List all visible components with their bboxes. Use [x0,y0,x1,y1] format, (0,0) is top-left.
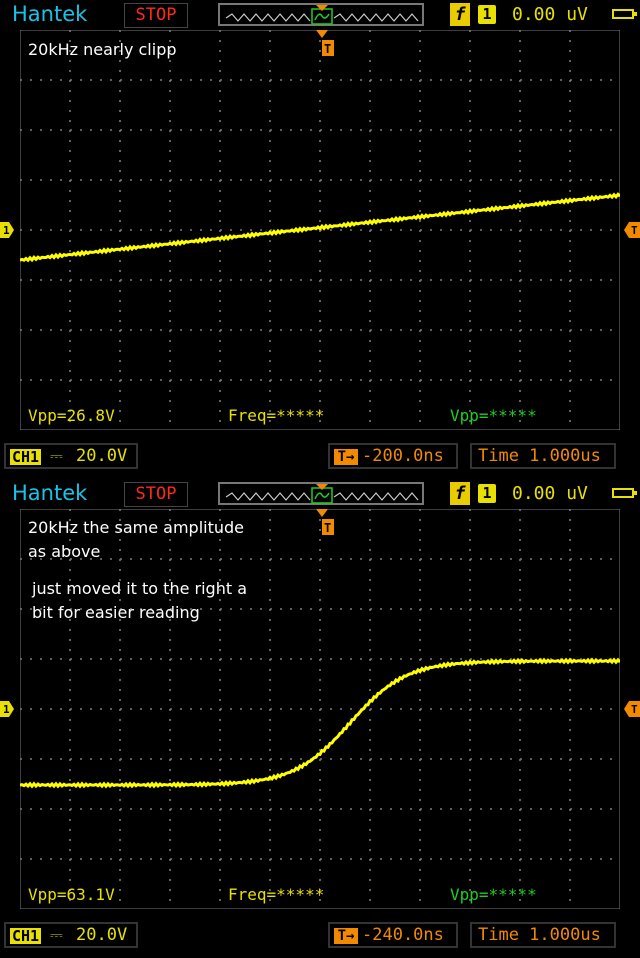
trigger-position-box[interactable]: T→ -200.0ns [328,443,458,469]
trigger-level-readout: 0.00 uV [512,482,588,505]
run-stop-indicator[interactable]: STOP [124,3,188,28]
battery-icon [612,9,637,19]
waveform-trace [20,657,620,789]
frequency-measurement: Freq=***** [228,406,325,425]
trigger-position-bar [218,3,424,26]
channel-1-marker-icon: 1 [0,222,14,238]
channel-settings-box[interactable]: CH1 ⎓ 20.0V [4,443,138,469]
vpp-ch2-measurement: Vpp=***** [450,406,537,425]
trigger-offset-icon: T→ [334,928,358,944]
vpp-ch1-measurement: Vpp=26.8V [28,406,115,425]
trigger-level-marker-icon: T [624,701,640,717]
status-footer: CH1 ⎓ 20.0V T→ -200.0ns Time 1.000us [0,440,640,474]
vpp-ch1-measurement: Vpp=63.1V [28,885,115,904]
volts-per-div: 20.0V [76,446,128,466]
status-footer: CH1 ⎓ 20.0V T→ -240.0ns Time 1.000us [0,919,640,953]
trigger-level-unit: uV [566,483,588,504]
channel-label: CH1 [10,927,42,945]
annotation-text: bit for easier reading [32,603,200,622]
channel-1-marker-icon: 1 [0,701,14,717]
brand-logo: Hantek [12,481,88,505]
annotation-text: 20kHz nearly clipp [28,40,177,59]
vpp-ch2-measurement: Vpp=***** [450,885,537,904]
scope-graticule [20,30,620,430]
annotation-text: just moved it to the right a [32,579,247,598]
trigger-position-value: -240.0ns [362,925,444,945]
trigger-edge-icon: f [450,3,470,26]
timebase-box[interactable]: Time 1.000us [470,922,616,948]
waveform-overview-icon [225,484,419,504]
trigger-position-value: -200.0ns [362,446,444,466]
annotation-text: 20kHz the same amplitude [28,518,244,537]
trigger-level-unit: uV [566,4,588,25]
annotation-text: as above [28,542,101,561]
brand-logo: Hantek [12,2,88,26]
trigger-level-marker-icon: T [624,222,640,238]
trigger-source-badge: 1 [478,5,496,24]
channel-label: CH1 [10,448,42,466]
status-bar: Hantek STOP f 1 0.00 uV [0,0,640,30]
channel-settings-box[interactable]: CH1 ⎓ 20.0V [4,922,138,948]
trigger-time-marker-icon: T [316,30,334,56]
volts-per-div: 20.0V [76,925,128,945]
trigger-level-readout: 0.00 uV [512,3,588,26]
run-stop-indicator[interactable]: STOP [124,482,188,507]
dc-coupling-icon: ⎓ [50,925,63,944]
svg-text:T: T [324,42,331,56]
svg-text:T: T [324,521,331,535]
timebase-value: Time 1.000us [478,925,601,945]
svg-text:T: T [631,703,638,716]
trigger-level-value: 0.00 [512,483,556,504]
svg-text:1: 1 [3,224,10,237]
trigger-source-badge: 1 [478,484,496,503]
trigger-time-marker-icon: T [316,509,334,535]
svg-text:1: 1 [3,703,10,716]
trigger-level-value: 0.00 [512,4,556,25]
timebase-value: Time 1.000us [478,446,601,466]
battery-icon [612,488,637,498]
trigger-position-bar [218,482,424,505]
trigger-position-box[interactable]: T→ -240.0ns [328,922,458,948]
scope-screen-2: Hantek STOP f 1 0.00 uV 1 T T 20kHz the … [0,479,640,958]
trigger-offset-icon: T→ [334,449,358,465]
timebase-box[interactable]: Time 1.000us [470,443,616,469]
status-bar: Hantek STOP f 1 0.00 uV [0,479,640,509]
svg-text:T: T [631,224,638,237]
dc-coupling-icon: ⎓ [50,446,63,465]
scope-graticule [20,509,620,909]
trigger-edge-icon: f [450,482,470,505]
scope-screen-1: Hantek STOP f 1 0.00 uV 1 T T 20kHz near… [0,0,640,479]
waveform-overview-icon [225,5,419,25]
frequency-measurement: Freq=***** [228,885,325,904]
